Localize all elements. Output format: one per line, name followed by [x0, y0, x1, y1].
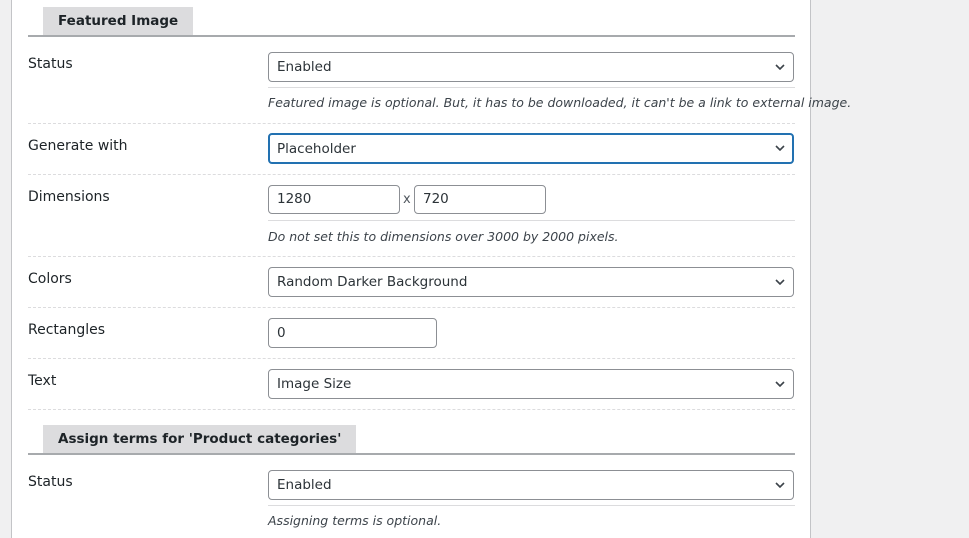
- rectangles-value: 0: [277, 325, 286, 341]
- terms-status-select-value: Enabled: [277, 477, 332, 493]
- rectangles-input[interactable]: 0: [268, 318, 437, 348]
- generate-with-select[interactable]: Placeholder: [268, 133, 794, 164]
- text-select[interactable]: Image Size: [268, 369, 794, 399]
- dimension-width-value: 1280: [277, 191, 312, 207]
- colors-label: Colors: [28, 271, 72, 287]
- rectangles-label: Rectangles: [28, 322, 106, 338]
- row-divider: [28, 307, 795, 308]
- section-tab-product-categories: Assign terms for 'Product categories': [43, 425, 357, 453]
- chevron-down-icon: [775, 145, 785, 151]
- product-categories-section-header: Assign terms for 'Product categories': [28, 425, 795, 455]
- status-select-value: Enabled: [277, 59, 332, 75]
- colors-select[interactable]: Random Darker Background: [268, 267, 794, 297]
- row-divider: [28, 358, 795, 359]
- row-divider: [28, 409, 795, 410]
- colors-select-value: Random Darker Background: [277, 274, 468, 290]
- row-divider: [28, 256, 795, 257]
- settings-panel: Featured Image Status Enabled Featured i…: [11, 0, 851, 538]
- dimensions-label: Dimensions: [28, 189, 110, 205]
- chevron-down-icon: [775, 482, 785, 488]
- generate-with-select-value: Placeholder: [277, 141, 356, 157]
- description-divider: [268, 87, 795, 88]
- text-select-value: Image Size: [277, 376, 352, 392]
- section-tab-featured-image: Featured Image: [43, 7, 194, 35]
- dimensions-description: Do not set this to dimensions over 3000 …: [268, 229, 619, 244]
- status-label: Status: [28, 56, 73, 72]
- chevron-down-icon: [775, 279, 785, 285]
- dimension-height-input[interactable]: 720: [414, 185, 546, 214]
- chevron-down-icon: [775, 64, 785, 70]
- dimension-separator: x: [403, 192, 411, 207]
- status-description: Featured image is optional. But, it has …: [268, 95, 852, 110]
- generate-with-label: Generate with: [28, 138, 128, 154]
- text-label: Text: [28, 373, 57, 389]
- row-divider: [28, 123, 795, 124]
- terms-status-select[interactable]: Enabled: [268, 470, 794, 500]
- terms-status-label: Status: [28, 474, 73, 490]
- chevron-down-icon: [775, 381, 785, 387]
- description-divider: [268, 505, 795, 506]
- featured-image-section-header: Featured Image: [28, 7, 795, 37]
- dimension-width-input[interactable]: 1280: [268, 185, 400, 214]
- terms-status-description: Assigning terms is optional.: [268, 513, 442, 528]
- featured-image-status-select[interactable]: Enabled: [268, 52, 794, 82]
- dimension-height-value: 720: [423, 191, 449, 207]
- description-divider: [268, 220, 795, 221]
- row-divider: [28, 174, 795, 175]
